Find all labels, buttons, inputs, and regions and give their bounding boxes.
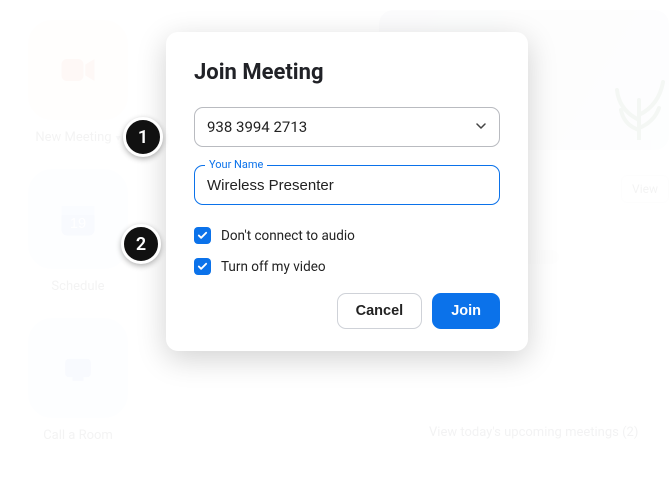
audio-checkbox[interactable] — [194, 227, 211, 244]
video-checkbox-label: Turn off my video — [221, 259, 326, 275]
join-button[interactable]: Join — [432, 293, 500, 329]
join-meeting-dialog: Join Meeting 938 3994 2713 Your Name Don… — [166, 32, 528, 351]
dialog-title: Join Meeting — [194, 60, 500, 85]
cancel-button[interactable]: Cancel — [337, 293, 423, 329]
audio-checkbox-label: Don't connect to audio — [221, 228, 355, 244]
checkmark-icon — [197, 230, 208, 241]
chevron-down-icon — [475, 118, 487, 136]
video-checkbox[interactable] — [194, 258, 211, 275]
annotation-2: 2 — [121, 224, 161, 264]
meeting-id-combo[interactable]: 938 3994 2713 — [194, 107, 500, 147]
your-name-label: Your Name — [205, 158, 267, 171]
meeting-id-value: 938 3994 2713 — [207, 118, 307, 136]
dialog-actions: Cancel Join — [194, 293, 500, 329]
your-name-input[interactable] — [207, 166, 487, 204]
checkmark-icon — [197, 261, 208, 272]
annotation-1: 1 — [123, 117, 163, 157]
your-name-field[interactable]: Your Name — [194, 165, 500, 205]
